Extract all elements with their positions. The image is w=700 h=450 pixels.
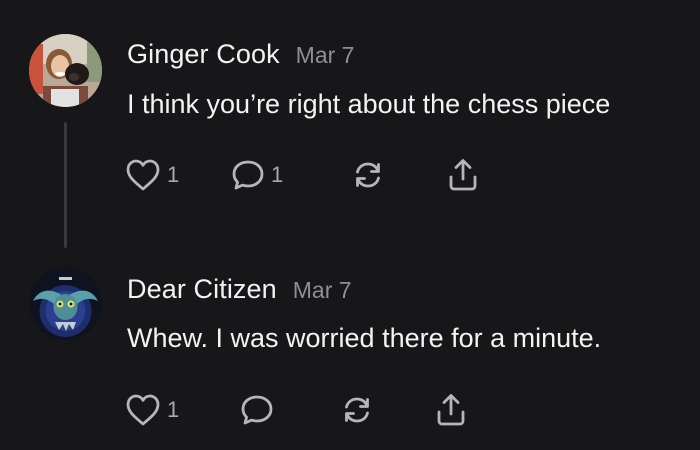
action-bar: 1 1 <box>125 155 525 195</box>
winged-owl-artwork <box>29 267 102 340</box>
heart-icon <box>126 394 160 426</box>
reply-button[interactable]: 1 <box>231 155 283 195</box>
like-count: 1 <box>167 162 180 187</box>
share-upload-icon <box>437 394 465 426</box>
speech-bubble-icon <box>241 395 273 425</box>
repost-button[interactable] <box>350 155 386 195</box>
thread-line <box>64 122 67 248</box>
reply-count: 1 <box>271 162 284 187</box>
share-button[interactable] <box>445 155 481 195</box>
repost-arrows-icon <box>345 397 369 423</box>
repost-arrows-icon <box>356 162 380 188</box>
reply-button[interactable] <box>240 390 274 430</box>
like-count: 1 <box>167 397 180 422</box>
comment: Dear Citizen Mar 7 Whew. I was worried th… <box>0 235 700 450</box>
heart-icon <box>126 159 160 191</box>
avatar[interactable] <box>29 267 102 340</box>
avatar[interactable] <box>29 34 102 107</box>
share-button[interactable] <box>433 390 469 430</box>
like-button[interactable]: 1 <box>125 390 179 430</box>
comment-date: Mar 7 <box>292 277 352 303</box>
comment-text: Whew. I was worried there for a minute. <box>127 323 602 353</box>
comment-date: Mar 7 <box>295 42 355 68</box>
comment-header: Dear Citizen Mar 7 <box>127 274 352 305</box>
comment: Ginger Cook Mar 7 I think you’re right ab… <box>0 0 700 248</box>
like-button[interactable]: 1 <box>125 155 179 195</box>
comment-text: I think you’re right about the chess pie… <box>127 89 611 119</box>
author-name[interactable]: Dear Citizen <box>127 274 277 304</box>
action-bar: 1 <box>125 390 525 430</box>
person-with-dog-photo <box>29 34 102 107</box>
comment-header: Ginger Cook Mar 7 <box>127 39 354 70</box>
share-upload-icon <box>449 159 477 191</box>
author-name[interactable]: Ginger Cook <box>127 39 280 69</box>
repost-button[interactable] <box>339 390 375 430</box>
speech-bubble-icon <box>232 160 264 190</box>
